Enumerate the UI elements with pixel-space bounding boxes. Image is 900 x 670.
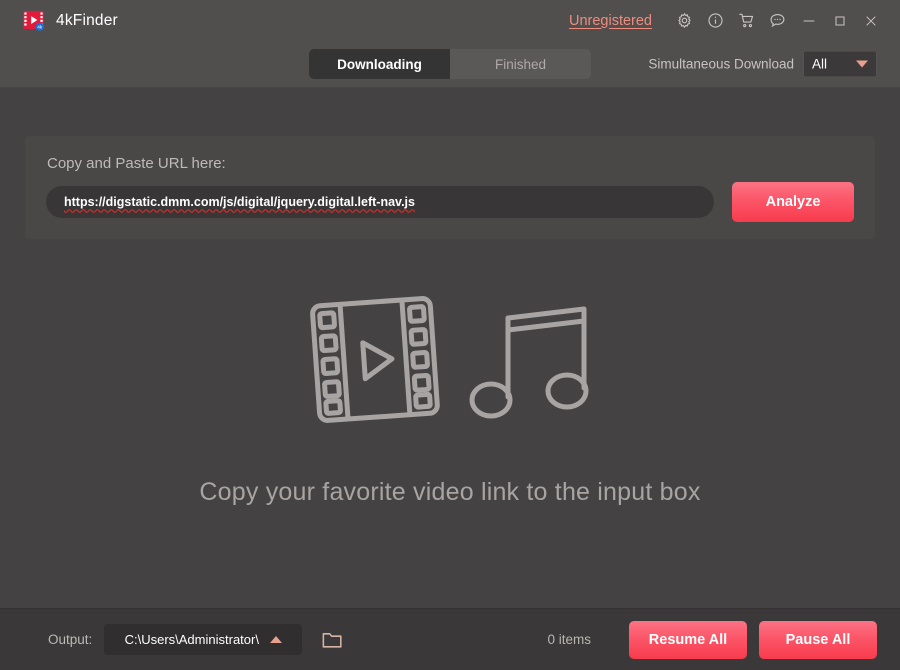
chevron-down-icon [856,60,868,68]
titlebar: 4k 4kFinder Unregistered [0,0,900,41]
tab-group: Downloading Finished [309,49,591,79]
film-play-logo-icon: 4k [22,9,45,32]
titlebar-icon-group [669,6,886,36]
simultaneous-download-value: All [812,56,828,72]
folder-open-icon[interactable] [319,627,345,653]
app-window: 4k 4kFinder Unregistered Downloading Fin… [0,0,900,670]
url-panel: Copy and Paste URL here: https://digstat… [25,136,875,239]
output-path-value: C:\Users\Administrator\ [124,632,259,647]
close-icon[interactable] [855,6,886,36]
app-title: 4kFinder [56,11,118,29]
cart-icon[interactable] [731,6,762,36]
pause-all-button[interactable]: Pause All [759,620,877,659]
main-content: Copy and Paste URL here: https://digstat… [0,88,900,608]
empty-state: Copy your favorite video link to the inp… [0,284,900,507]
simultaneous-download-label: Simultaneous Download [648,56,794,72]
tab-finished[interactable]: Finished [450,49,591,79]
output-path-select[interactable]: C:\Users\Administrator\ [104,624,303,655]
bottombar: Output: C:\Users\Administrator\ 0 items … [0,608,900,670]
empty-state-message: Copy your favorite video link to the inp… [199,478,701,506]
info-icon[interactable] [700,6,731,36]
empty-state-illustration [310,296,589,423]
simultaneous-download-control: Simultaneous Download All [648,50,877,78]
resume-all-button[interactable]: Resume All [629,620,747,659]
url-input-value: https://digstatic.dmm.com/js/digital/jqu… [64,195,415,209]
gear-icon[interactable] [669,6,700,36]
analyze-button[interactable]: Analyze [732,182,854,222]
svg-text:4k: 4k [37,25,43,31]
minimize-icon[interactable] [793,6,824,36]
unregistered-link[interactable]: Unregistered [569,13,652,29]
tabbar: Downloading Finished Simultaneous Downlo… [0,41,900,88]
maximize-icon[interactable] [824,6,855,36]
app-logo: 4k 4kFinder [22,9,118,32]
chevron-up-icon [269,636,282,643]
output-label: Output: [48,632,93,647]
simultaneous-download-select[interactable]: All [803,50,877,78]
chat-icon[interactable] [762,6,793,36]
items-count: 0 items [547,632,591,647]
url-panel-label: Copy and Paste URL here: [47,155,226,172]
tab-downloading[interactable]: Downloading [309,49,450,79]
url-input[interactable]: https://digstatic.dmm.com/js/digital/jqu… [46,186,714,218]
